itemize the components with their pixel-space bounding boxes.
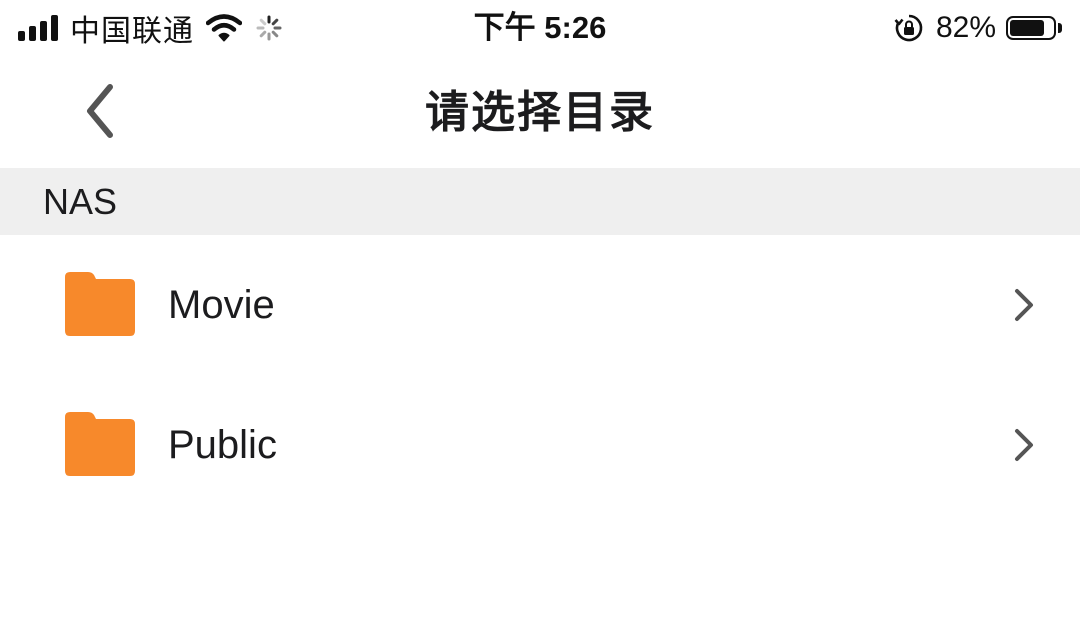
folder-list: Movie Public — [0, 235, 1080, 515]
battery-fill — [1010, 20, 1045, 36]
chevron-right-icon — [1015, 429, 1033, 461]
battery-icon — [1006, 16, 1056, 40]
page-title: 请选择目录 — [425, 88, 655, 137]
status-bar-right: 82% — [894, 8, 1062, 48]
status-bar: 中国联通 下午 5:26 82% — [0, 0, 1080, 58]
section-label: NAS — [43, 181, 118, 222]
folder-icon — [65, 272, 135, 336]
back-button[interactable] — [70, 76, 130, 146]
battery-cap — [1058, 23, 1062, 33]
section-header: NAS — [0, 168, 1080, 235]
battery-percent: 82% — [935, 11, 996, 44]
chevron-right-icon — [1015, 289, 1033, 321]
nav-bar: 请选择目录 — [0, 58, 1080, 168]
folder-row-movie[interactable]: Movie — [0, 235, 1080, 375]
rotation-lock-icon — [894, 14, 923, 42]
folder-name: Public — [168, 423, 277, 467]
folder-row-public[interactable]: Public — [0, 375, 1080, 515]
folder-name: Movie — [168, 283, 275, 327]
folder-icon — [65, 412, 135, 476]
chevron-left-icon — [87, 84, 113, 138]
